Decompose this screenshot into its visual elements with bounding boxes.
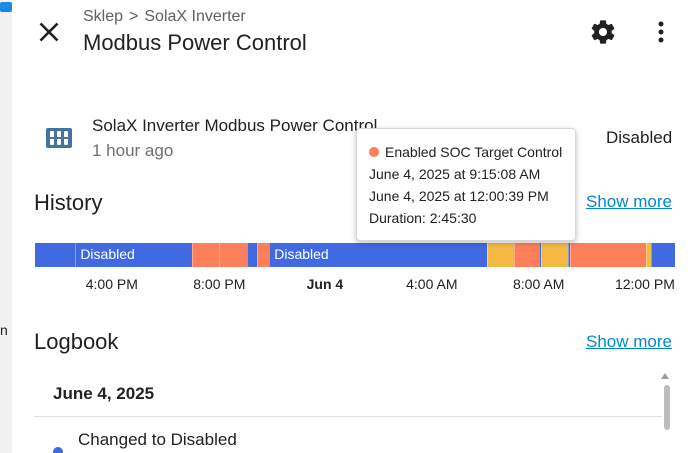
close-icon[interactable] [36, 19, 62, 45]
timeline-segment[interactable] [570, 243, 647, 267]
background-page-strip: n [0, 0, 12, 453]
timeline-segment-label: Disabled [274, 246, 329, 262]
timeline-axis-tick: 4:00 PM [85, 276, 138, 292]
timeline-segment[interactable] [246, 243, 258, 267]
timeline-segment[interactable] [257, 243, 270, 267]
timeline-segment[interactable] [218, 243, 247, 267]
more-info-dialog: Sklep > SolaX Inverter Modbus Power Contro… [12, 0, 690, 453]
tooltip-state-dot [369, 147, 379, 157]
scrollbar-thumb[interactable] [664, 385, 670, 430]
timeline-segment[interactable] [192, 243, 219, 267]
dialog-title: Modbus Power Control [83, 30, 307, 55]
timeline-segment[interactable] [486, 243, 514, 267]
background-accent-mark [0, 2, 12, 12]
breadcrumb-item[interactable]: Sklep [83, 8, 123, 25]
tooltip-start: June 4, 2025 at 9:15:08 AM [369, 166, 541, 182]
entity-last-changed: 1 hour ago [92, 141, 174, 160]
timeline-segment[interactable] [651, 243, 675, 267]
entity-name: SolaX Inverter Modbus Power Control [92, 116, 378, 135]
timeline-segment[interactable] [541, 243, 569, 267]
more-vertical-icon[interactable] [651, 18, 671, 46]
timeline-axis-tick: 8:00 PM [193, 276, 246, 292]
entity-state: Disabled [606, 128, 673, 147]
logbook-divider [34, 416, 662, 417]
scroll-up-arrow-icon[interactable] [661, 373, 669, 379]
timeline-axis-tick: 12:00 PM [614, 276, 675, 292]
logbook-title: Logbook [34, 329, 119, 354]
history-timeline[interactable]: Disabled Disabled [35, 243, 675, 267]
breadcrumb: Sklep > SolaX Inverter [83, 8, 246, 26]
breadcrumb-item[interactable]: SolaX Inverter [144, 8, 245, 25]
timeline-axis-tick: 4:00 AM [406, 276, 458, 292]
timeline-segment[interactable] [35, 243, 76, 267]
timeline-segment-label: Disabled [80, 246, 135, 262]
tooltip-duration: Duration: 2:45:30 [369, 210, 477, 226]
breadcrumb-separator: > [129, 8, 139, 25]
logbook-date-header: June 4, 2025 [53, 384, 155, 403]
inverter-icon [46, 128, 72, 148]
timeline-axis-tick: Jun 4 [306, 276, 344, 292]
tooltip-state: Enabled SOC Target Control [369, 144, 562, 160]
timeline-axis-tick: 8:00 AM [512, 276, 565, 292]
tooltip-state-label: Enabled SOC Target Control [385, 144, 563, 160]
logbook-entry-state-dot [53, 447, 63, 453]
history-title: History [34, 190, 103, 215]
gear-icon[interactable] [589, 18, 617, 46]
timeline-tooltip: Enabled SOC Target Control June 4, 2025 … [356, 128, 576, 241]
timeline-segment[interactable] [513, 243, 539, 267]
timeline-segment[interactable]: Disabled [75, 243, 193, 267]
logbook-entry[interactable]: Changed to Disabled [78, 430, 237, 450]
tooltip-end: June 4, 2025 at 12:00:39 PM [369, 188, 549, 204]
background-text-fragment: n [0, 322, 8, 338]
history-show-more-link[interactable]: Show more [586, 192, 672, 212]
timeline-segment[interactable]: Disabled [269, 243, 487, 267]
logbook-show-more-link[interactable]: Show more [586, 332, 672, 352]
